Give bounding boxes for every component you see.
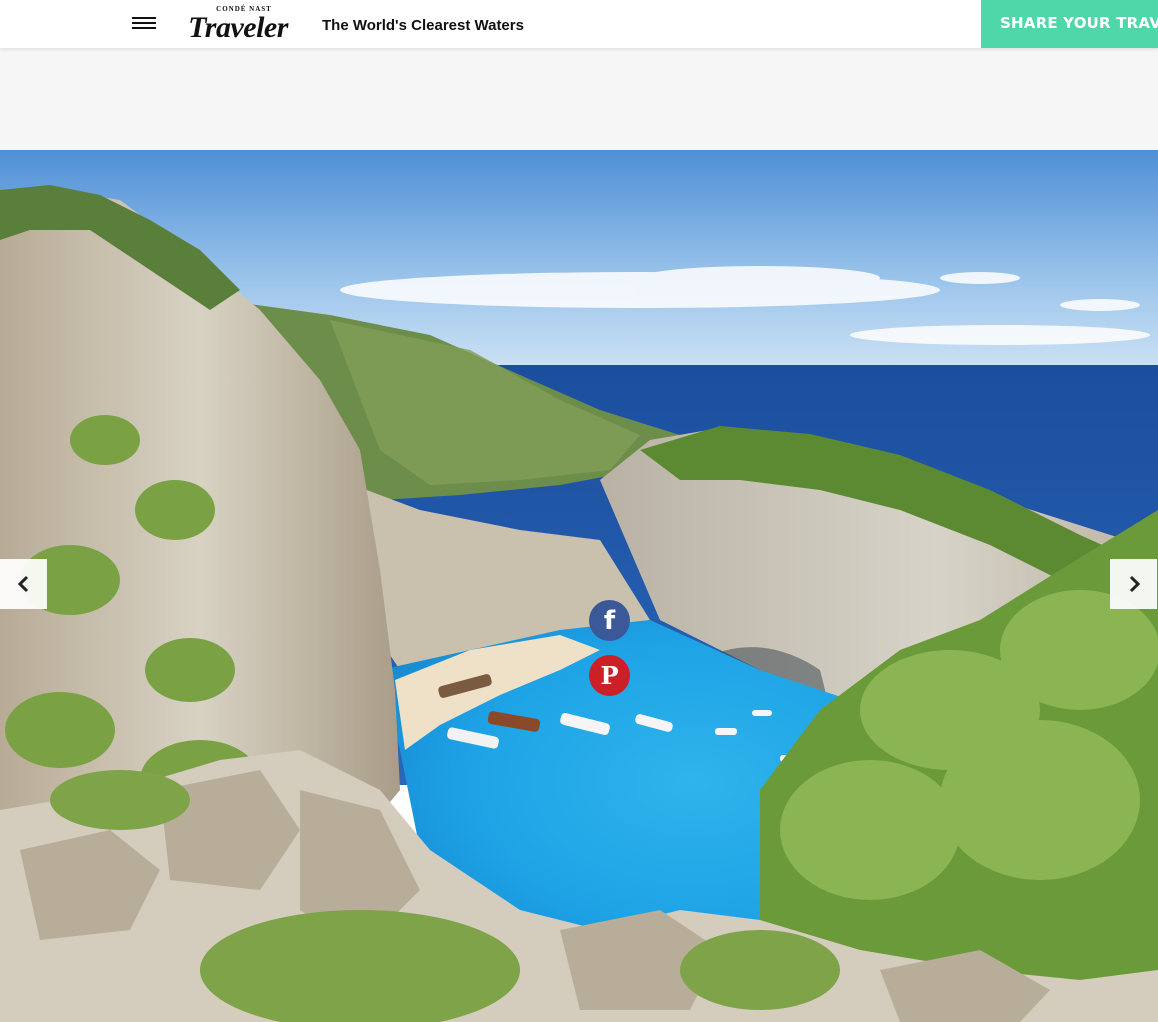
chevron-right-icon [1129, 575, 1140, 593]
pinterest-share-button[interactable]: P [589, 655, 630, 696]
top-navigation-bar: CONDÉ NAST Traveler The World's Clearest… [0, 0, 1158, 49]
site-logo[interactable]: CONDÉ NAST Traveler [182, 5, 294, 43]
chevron-left-icon [17, 575, 28, 593]
facebook-icon: f [603, 605, 616, 636]
facebook-share-button[interactable]: f [589, 600, 630, 641]
logo-wordmark: Traveler [188, 11, 288, 44]
menu-icon[interactable] [130, 14, 158, 34]
share-travel-experience-button[interactable]: SHARE YOUR TRAVEL EXPERIENCE [981, 0, 1158, 48]
hero-image [0, 150, 1158, 1022]
previous-slide-button[interactable] [0, 559, 47, 609]
ad-slot [0, 48, 1158, 150]
navagio-beach-illustration [0, 150, 1158, 1022]
page-title: The World's Clearest Waters [322, 17, 524, 34]
pinterest-icon: P [600, 661, 619, 690]
next-slide-button[interactable] [1110, 559, 1157, 609]
